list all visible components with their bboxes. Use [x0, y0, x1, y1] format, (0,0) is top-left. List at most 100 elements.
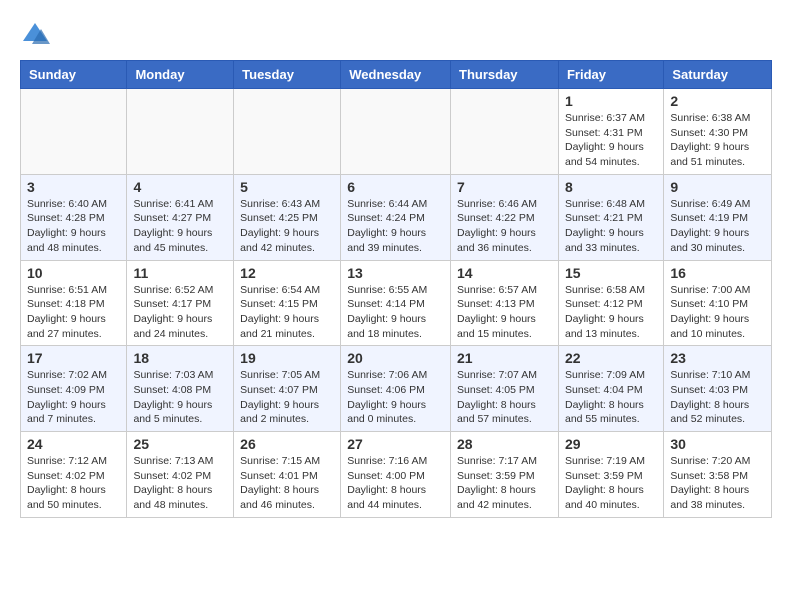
day-number: 20	[347, 350, 444, 366]
calendar-cell: 13Sunrise: 6:55 AM Sunset: 4:14 PM Dayli…	[341, 260, 451, 346]
day-number: 15	[565, 265, 657, 281]
week-row-2: 3 Sunrise: 6:40 AM Sunset: 4:28 PM Daylig…	[21, 174, 772, 260]
calendar-cell	[127, 89, 234, 175]
day-number: 3	[27, 179, 120, 195]
day-number: 29	[565, 436, 657, 452]
day-number: 5	[240, 179, 334, 195]
logo	[20, 20, 54, 50]
calendar-cell: 20 Sunrise: 7:06 AM Sunset: 4:06 PM Dayli…	[341, 346, 451, 432]
day-number: 4	[133, 179, 227, 195]
weekday-header-tuesday: Tuesday	[234, 61, 341, 89]
calendar-cell: 29 Sunrise: 7:19 AM Sunset: 3:59 PM Dayli…	[558, 432, 663, 518]
calendar-cell	[21, 89, 127, 175]
day-number: 14	[457, 265, 552, 281]
day-number: 18	[133, 350, 227, 366]
calendar-cell: 17 Sunrise: 7:02 AM Sunset: 4:09 PM Dayli…	[21, 346, 127, 432]
header	[20, 20, 772, 50]
day-info: Sunrise: 7:00 AM Sunset: 4:10 PM Dayligh…	[670, 283, 765, 342]
weekday-header-monday: Monday	[127, 61, 234, 89]
calendar-cell	[341, 89, 451, 175]
calendar-cell: 23 Sunrise: 7:10 AM Sunset: 4:03 PM Dayli…	[664, 346, 772, 432]
logo-icon	[20, 20, 50, 50]
calendar-cell: 1 Sunrise: 6:37 AM Sunset: 4:31 PM Daylig…	[558, 89, 663, 175]
day-number: 24	[27, 436, 120, 452]
day-info: Sunrise: 6:58 AM Sunset: 4:12 PM Dayligh…	[565, 283, 657, 342]
calendar-cell: 22 Sunrise: 7:09 AM Sunset: 4:04 PM Dayli…	[558, 346, 663, 432]
day-info: Sunrise: 6:41 AM Sunset: 4:27 PM Dayligh…	[133, 197, 227, 256]
day-info: Sunrise: 7:06 AM Sunset: 4:06 PM Dayligh…	[347, 368, 444, 427]
calendar-cell: 6 Sunrise: 6:44 AM Sunset: 4:24 PM Daylig…	[341, 174, 451, 260]
day-info: Sunrise: 7:07 AM Sunset: 4:05 PM Dayligh…	[457, 368, 552, 427]
day-number: 22	[565, 350, 657, 366]
calendar-cell: 16 Sunrise: 7:00 AM Sunset: 4:10 PM Dayli…	[664, 260, 772, 346]
calendar-cell: 14 Sunrise: 6:57 AM Sunset: 4:13 PM Dayli…	[451, 260, 559, 346]
day-number: 11	[133, 265, 227, 281]
day-info: Sunrise: 7:02 AM Sunset: 4:09 PM Dayligh…	[27, 368, 120, 427]
calendar-cell: 24 Sunrise: 7:12 AM Sunset: 4:02 PM Dayli…	[21, 432, 127, 518]
calendar-cell: 12Sunrise: 6:54 AM Sunset: 4:15 PM Dayli…	[234, 260, 341, 346]
day-number: 2	[670, 93, 765, 109]
day-number: 25	[133, 436, 227, 452]
day-info: Sunrise: 6:40 AM Sunset: 4:28 PM Dayligh…	[27, 197, 120, 256]
day-info: Sunrise: 7:13 AM Sunset: 4:02 PM Dayligh…	[133, 454, 227, 513]
calendar-cell: 10Sunrise: 6:51 AM Sunset: 4:18 PM Dayli…	[21, 260, 127, 346]
day-info: Sunrise: 7:12 AM Sunset: 4:02 PM Dayligh…	[27, 454, 120, 513]
calendar-cell: 19 Sunrise: 7:05 AM Sunset: 4:07 PM Dayli…	[234, 346, 341, 432]
calendar-cell: 25 Sunrise: 7:13 AM Sunset: 4:02 PM Dayli…	[127, 432, 234, 518]
day-number: 7	[457, 179, 552, 195]
day-info: Sunrise: 6:52 AM Sunset: 4:17 PM Dayligh…	[133, 283, 227, 342]
calendar-table: SundayMondayTuesdayWednesdayThursdayFrid…	[20, 60, 772, 518]
day-info: Sunrise: 6:37 AM Sunset: 4:31 PM Dayligh…	[565, 111, 657, 170]
weekday-header-row: SundayMondayTuesdayWednesdayThursdayFrid…	[21, 61, 772, 89]
day-number: 13	[347, 265, 444, 281]
calendar-cell: 11 Sunrise: 6:52 AM Sunset: 4:17 PM Dayli…	[127, 260, 234, 346]
week-row-1: 1 Sunrise: 6:37 AM Sunset: 4:31 PM Daylig…	[21, 89, 772, 175]
day-number: 8	[565, 179, 657, 195]
weekday-header-wednesday: Wednesday	[341, 61, 451, 89]
calendar-cell: 4 Sunrise: 6:41 AM Sunset: 4:27 PM Daylig…	[127, 174, 234, 260]
day-number: 23	[670, 350, 765, 366]
calendar-cell: 15 Sunrise: 6:58 AM Sunset: 4:12 PM Dayli…	[558, 260, 663, 346]
day-info: Sunrise: 6:43 AM Sunset: 4:25 PM Dayligh…	[240, 197, 334, 256]
day-number: 10	[27, 265, 120, 281]
day-info: Sunrise: 7:09 AM Sunset: 4:04 PM Dayligh…	[565, 368, 657, 427]
calendar-cell: 26Sunrise: 7:15 AM Sunset: 4:01 PM Dayli…	[234, 432, 341, 518]
day-number: 16	[670, 265, 765, 281]
day-info: Sunrise: 6:57 AM Sunset: 4:13 PM Dayligh…	[457, 283, 552, 342]
day-number: 12	[240, 265, 334, 281]
calendar-cell	[451, 89, 559, 175]
calendar-cell: 9 Sunrise: 6:49 AM Sunset: 4:19 PM Daylig…	[664, 174, 772, 260]
calendar-cell: 2 Sunrise: 6:38 AM Sunset: 4:30 PM Daylig…	[664, 89, 772, 175]
day-info: Sunrise: 6:44 AM Sunset: 4:24 PM Dayligh…	[347, 197, 444, 256]
calendar-cell	[234, 89, 341, 175]
day-info: Sunrise: 7:10 AM Sunset: 4:03 PM Dayligh…	[670, 368, 765, 427]
day-info: Sunrise: 6:38 AM Sunset: 4:30 PM Dayligh…	[670, 111, 765, 170]
calendar-cell: 8 Sunrise: 6:48 AM Sunset: 4:21 PM Daylig…	[558, 174, 663, 260]
day-info: Sunrise: 7:19 AM Sunset: 3:59 PM Dayligh…	[565, 454, 657, 513]
page: SundayMondayTuesdayWednesdayThursdayFrid…	[0, 0, 792, 538]
day-number: 27	[347, 436, 444, 452]
day-number: 1	[565, 93, 657, 109]
weekday-header-sunday: Sunday	[21, 61, 127, 89]
week-row-4: 17 Sunrise: 7:02 AM Sunset: 4:09 PM Dayli…	[21, 346, 772, 432]
calendar-cell: 21 Sunrise: 7:07 AM Sunset: 4:05 PM Dayli…	[451, 346, 559, 432]
day-info: Sunrise: 7:17 AM Sunset: 3:59 PM Dayligh…	[457, 454, 552, 513]
day-number: 9	[670, 179, 765, 195]
day-info: Sunrise: 6:49 AM Sunset: 4:19 PM Dayligh…	[670, 197, 765, 256]
day-number: 17	[27, 350, 120, 366]
week-row-5: 24 Sunrise: 7:12 AM Sunset: 4:02 PM Dayli…	[21, 432, 772, 518]
calendar-cell: 5 Sunrise: 6:43 AM Sunset: 4:25 PM Daylig…	[234, 174, 341, 260]
day-number: 30	[670, 436, 765, 452]
weekday-header-friday: Friday	[558, 61, 663, 89]
day-info: Sunrise: 6:48 AM Sunset: 4:21 PM Dayligh…	[565, 197, 657, 256]
day-number: 21	[457, 350, 552, 366]
weekday-header-saturday: Saturday	[664, 61, 772, 89]
day-info: Sunrise: 7:15 AM Sunset: 4:01 PM Dayligh…	[240, 454, 334, 513]
week-row-3: 10Sunrise: 6:51 AM Sunset: 4:18 PM Dayli…	[21, 260, 772, 346]
day-info: Sunrise: 7:05 AM Sunset: 4:07 PM Dayligh…	[240, 368, 334, 427]
day-info: Sunrise: 7:03 AM Sunset: 4:08 PM Dayligh…	[133, 368, 227, 427]
calendar-cell: 30Sunrise: 7:20 AM Sunset: 3:58 PM Dayli…	[664, 432, 772, 518]
day-number: 6	[347, 179, 444, 195]
weekday-header-thursday: Thursday	[451, 61, 559, 89]
day-number: 19	[240, 350, 334, 366]
